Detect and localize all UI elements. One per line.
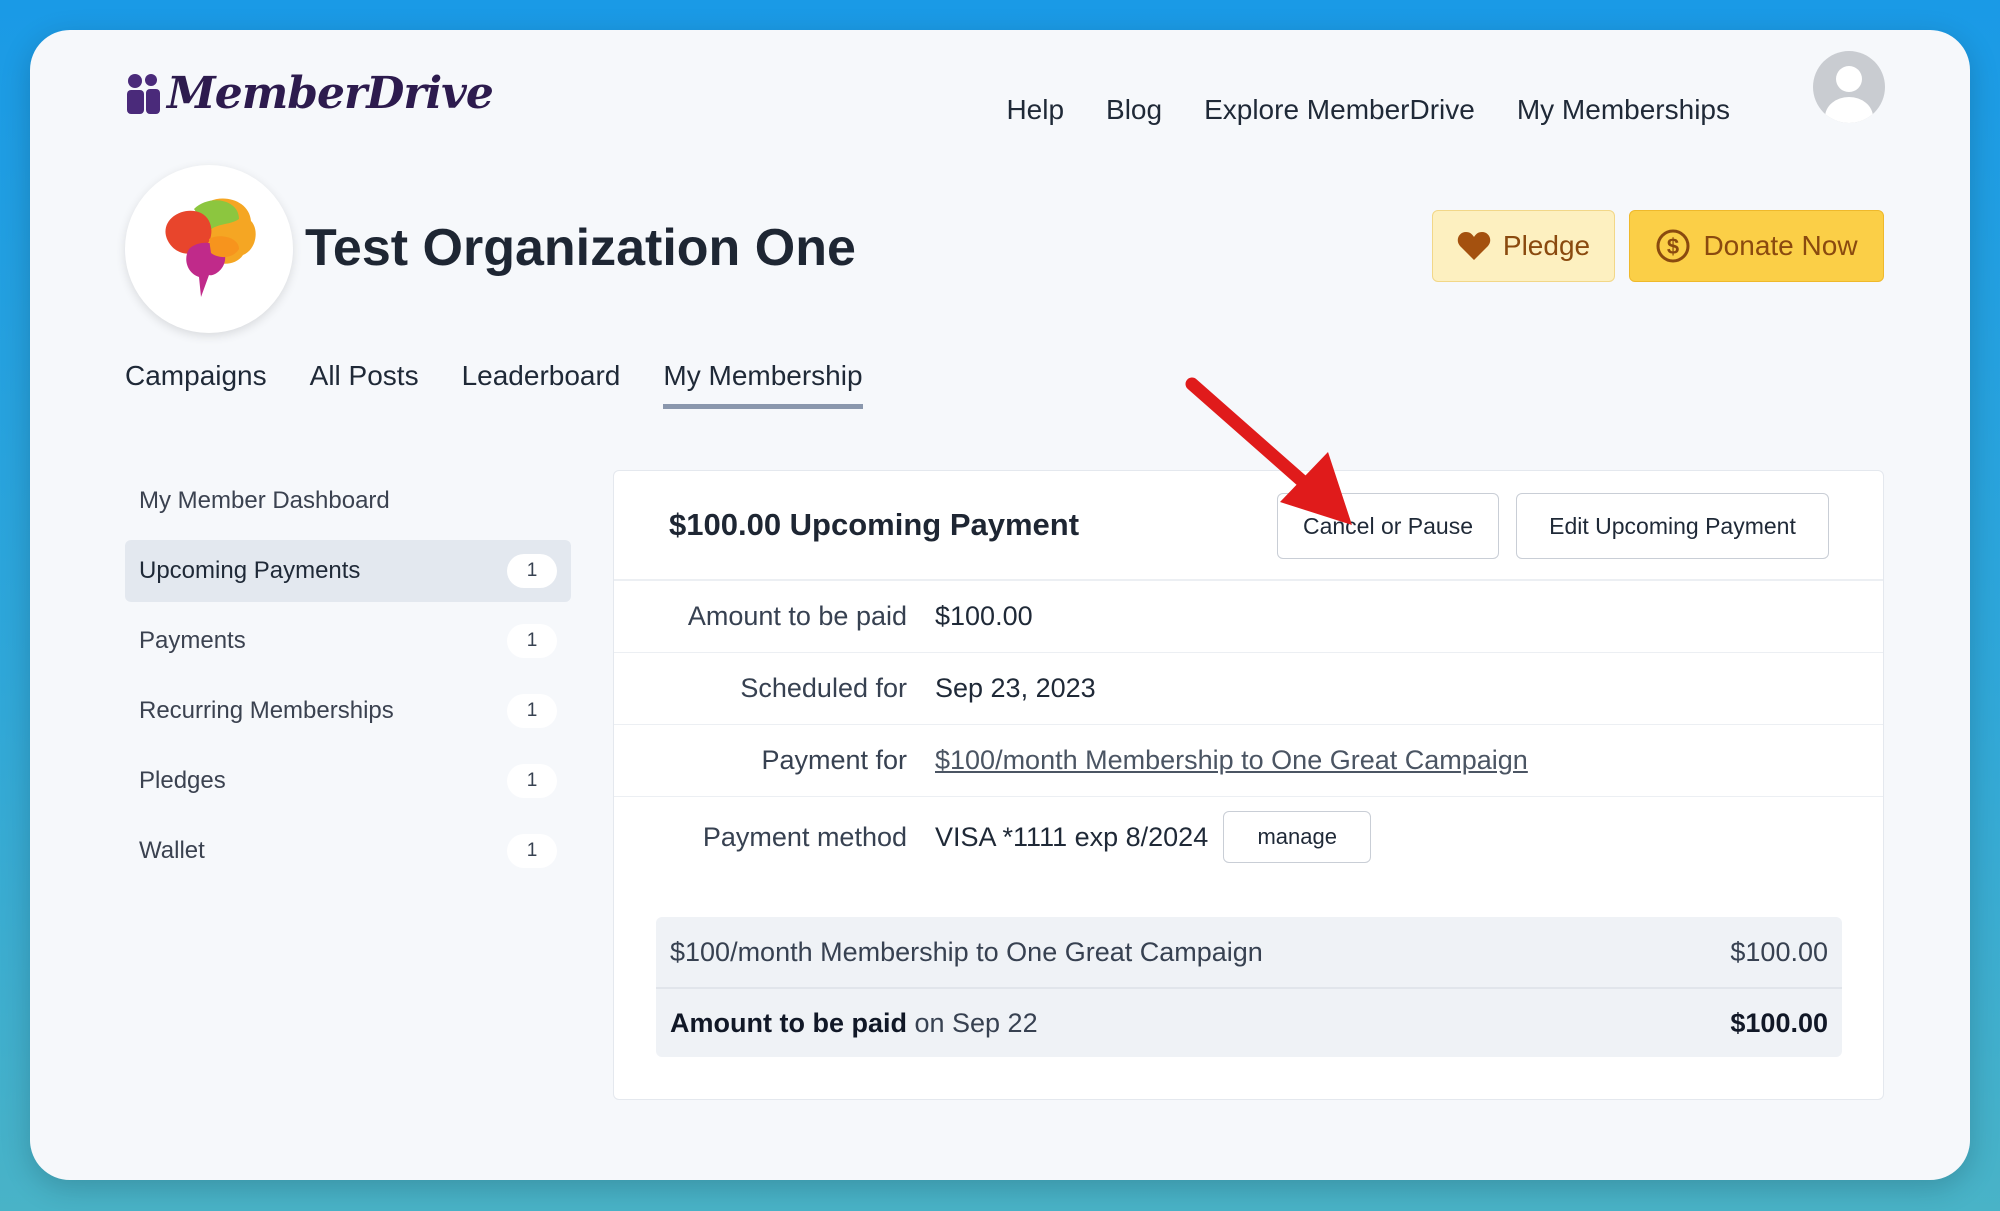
count-badge: 1 <box>507 694 557 728</box>
tab-campaigns[interactable]: Campaigns <box>125 360 267 409</box>
amount-label: Amount to be paid <box>687 601 907 631</box>
brain-logo-icon <box>165 198 256 297</box>
summary-total-amount: $100.00 <box>1730 1007 1828 1038</box>
summary-total: Amount to be paid on Sep 22 $100.00 <box>656 987 1842 1057</box>
scheduled-label: Scheduled for <box>740 673 907 703</box>
edit-upcoming-payment-button[interactable]: Edit Upcoming Payment <box>1516 493 1829 559</box>
upcoming-payment-card: $100.00 Upcoming Payment Cancel or Pause… <box>613 470 1884 1100</box>
user-silhouette-icon <box>1825 66 1873 123</box>
svg-text:$: $ <box>1667 234 1679 259</box>
tab-all-posts[interactable]: All Posts <box>310 360 419 409</box>
summary-item-label: $100/month Membership to One Great Campa… <box>670 936 1263 967</box>
sidebar-item-label: Upcoming Payments <box>139 557 361 584</box>
dollar-circle-icon: $ <box>1656 229 1690 263</box>
membership-sidebar: My Member Dashboard Upcoming Payments 1 … <box>125 470 571 890</box>
top-navigation: Help Blog Explore MemberDrive My Members… <box>1006 94 1730 126</box>
summary-total-label: Amount to be paid <box>670 1007 907 1038</box>
membership-link[interactable]: $100/month Membership to One Great Campa… <box>935 745 1528 776</box>
count-badge: 1 <box>507 834 557 868</box>
sidebar-item-label: My Member Dashboard <box>139 487 390 514</box>
payment-for-row: Payment for $100/month Membership to One… <box>614 725 1883 797</box>
count-badge: 1 <box>507 554 557 588</box>
memberdrive-logo[interactable]: MemberDrive <box>125 68 494 119</box>
app-window: MemberDrive Help Blog Explore MemberDriv… <box>30 30 1970 1180</box>
heart-icon <box>1457 232 1491 260</box>
card-title: $100.00 Upcoming Payment <box>669 507 1080 542</box>
sidebar-item-label: Pledges <box>139 767 226 794</box>
org-title: Test Organization One <box>305 219 856 277</box>
count-badge: 1 <box>507 624 557 658</box>
org-tabs: Campaigns All Posts Leaderboard My Membe… <box>125 360 863 409</box>
sidebar-item-wallet[interactable]: Wallet 1 <box>125 820 571 882</box>
pledge-button[interactable]: Pledge <box>1432 210 1615 282</box>
scheduled-value: Sep 23, 2023 <box>935 673 1096 703</box>
payment-method-label: Payment method <box>702 821 907 852</box>
donate-now-button[interactable]: $ Donate Now <box>1629 210 1884 282</box>
tab-my-membership[interactable]: My Membership <box>663 360 863 409</box>
payment-summary: $100/month Membership to One Great Campa… <box>656 917 1842 1057</box>
red-arrow-annotation <box>1185 377 1352 525</box>
amount-row: Amount to be paid $100.00 <box>614 581 1883 653</box>
manage-button[interactable]: manage <box>1223 811 1372 863</box>
pledge-label: Pledge <box>1502 230 1591 261</box>
tab-leaderboard[interactable]: Leaderboard <box>462 360 621 409</box>
nav-help[interactable]: Help <box>1006 94 1064 126</box>
count-badge: 1 <box>507 764 557 798</box>
nav-explore[interactable]: Explore MemberDrive <box>1204 94 1475 126</box>
sidebar-item-recurring-memberships[interactable]: Recurring Memberships 1 <box>125 680 571 742</box>
sidebar-item-label: Wallet <box>139 837 205 864</box>
sidebar-item-payments[interactable]: Payments 1 <box>125 610 571 672</box>
summary-item-amount: $100.00 <box>1730 936 1828 967</box>
payment-method-row: Payment method VISA *1111 exp 8/2024 man… <box>614 797 1883 877</box>
payment-method-value: VISA *1111 exp 8/2024 <box>935 821 1209 852</box>
sidebar-item-label: Payments <box>139 627 246 654</box>
logo-icon <box>127 73 160 114</box>
amount-value: $100.00 <box>935 601 1033 631</box>
user-avatar[interactable] <box>1813 51 1885 123</box>
nav-my-memberships[interactable]: My Memberships <box>1517 94 1730 126</box>
summary-line-item: $100/month Membership to One Great Campa… <box>656 917 1842 987</box>
sidebar-item-dashboard[interactable]: My Member Dashboard <box>125 470 571 532</box>
scheduled-row: Scheduled for Sep 23, 2023 <box>614 653 1883 725</box>
logo-text: MemberDrive <box>167 68 494 119</box>
donate-label: Donate Now <box>1703 230 1858 261</box>
sidebar-item-upcoming-payments[interactable]: Upcoming Payments 1 <box>125 540 571 602</box>
sidebar-item-label: Recurring Memberships <box>139 697 394 724</box>
org-logo <box>125 165 293 333</box>
payment-for-label: Payment for <box>761 745 907 775</box>
nav-blog[interactable]: Blog <box>1106 94 1162 126</box>
summary-total-date: on Sep 22 <box>906 1007 1038 1038</box>
sidebar-item-pledges[interactable]: Pledges 1 <box>125 750 571 812</box>
